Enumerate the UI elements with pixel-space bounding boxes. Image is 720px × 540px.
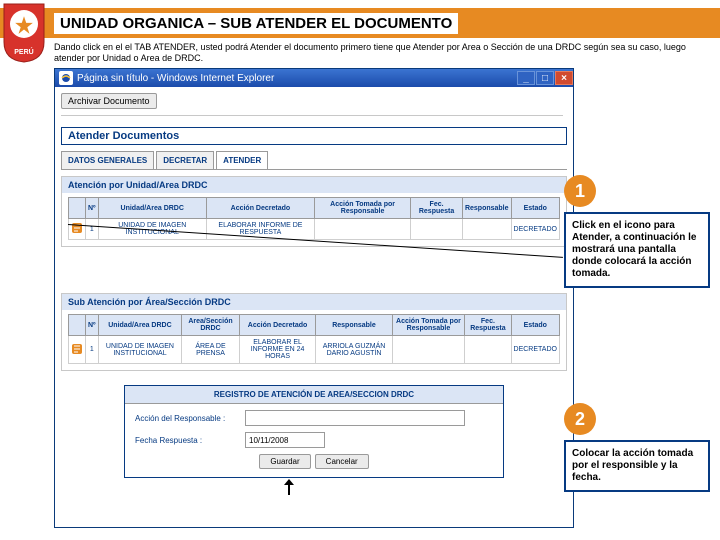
guardar-button[interactable]: Guardar (259, 454, 310, 469)
registro-dialog: REGISTRO DE ATENCIÓN DE AREA/SECCION DRD… (124, 385, 504, 478)
table-header-row: Nº Unidad/Area DRDC Area/Sección DRDC Ac… (69, 315, 560, 336)
archivar-button[interactable]: Archivar Documento (61, 93, 157, 109)
callout-badge-2: 2 (564, 403, 596, 435)
ie-icon (59, 71, 73, 85)
panel-title-2: Sub Atención por Área/Sección DRDC (62, 294, 566, 310)
table-seccion: Nº Unidad/Area DRDC Area/Sección DRDC Ac… (68, 314, 560, 364)
minimize-button[interactable]: _ (517, 71, 535, 85)
th: Acción Decretado (206, 198, 314, 219)
callout-text-1: Click en el icono para Atender, a contin… (564, 212, 710, 288)
cell (392, 336, 465, 364)
th: Unidad/Area DRDC (98, 198, 206, 219)
callout-badge-1: 1 (564, 175, 596, 207)
cell: ELABORAR EL INFORME EN 24 HORAS (239, 336, 316, 364)
th: Unidad/Area DRDC (98, 315, 182, 336)
intro-text: Dando click en el el TAB ATENDER, usted … (54, 42, 690, 65)
form-row-fecha: Fecha Respuesta : (135, 432, 493, 448)
tab-atender[interactable]: ATENDER (216, 151, 268, 169)
th: Nº (86, 198, 99, 219)
cell: ÁREA DE PRENSA (182, 336, 239, 364)
cell (462, 219, 511, 240)
form-actions: Guardar Cancelar (125, 454, 503, 469)
input-fecha[interactable] (245, 432, 325, 448)
close-button[interactable]: × (555, 71, 573, 85)
panel-sub-atencion: Sub Atención por Área/Sección DRDC Nº Un… (61, 293, 567, 371)
logo-peru-shield: PERÚ (2, 2, 46, 64)
svg-text:PERÚ: PERÚ (14, 47, 33, 56)
th: Estado (511, 315, 559, 336)
section-title: Atender Documentos (61, 127, 567, 145)
cell (465, 336, 511, 364)
cell: DECRETADO (511, 336, 559, 364)
th: Fec. Respuesta (411, 198, 463, 219)
cell: 1 (86, 219, 99, 240)
cell: DECRETADO (511, 219, 559, 240)
form-row-accion: Acción del Responsable : (135, 410, 493, 426)
th: Nº (86, 315, 99, 336)
cell: UNIDAD DE IMAGEN INSTITUCIONAL (98, 336, 182, 364)
table-header-row: Nº Unidad/Area DRDC Acción Decretado Acc… (69, 198, 560, 219)
callout-text-2: Colocar la acción tomada por el responsi… (564, 440, 710, 492)
tab-decretar[interactable]: DECRETAR (156, 151, 214, 169)
browser-window: Página sin título - Windows Internet Exp… (54, 68, 574, 528)
table-row: 1 UNIDAD DE IMAGEN INSTITUCIONAL ÁREA DE… (69, 336, 560, 364)
cell: ARRIOLA GUZMÁN DARIO AGUSTÍN (316, 336, 392, 364)
input-accion[interactable] (245, 410, 465, 426)
cell: 1 (86, 336, 99, 364)
tab-datos-generales[interactable]: DATOS GENERALES (61, 151, 154, 169)
maximize-button[interactable]: □ (536, 71, 554, 85)
window-title: Página sin título - Windows Internet Exp… (77, 73, 516, 84)
panel-atencion-unidad: Atención por Unidad/Area DRDC Nº Unidad/… (61, 176, 567, 247)
th: Acción Tomada por Responsable (315, 198, 411, 219)
th: Acción Decretado (239, 315, 316, 336)
divider (61, 115, 563, 116)
label-accion: Acción del Responsable : (135, 414, 245, 423)
browser-content: Archivar Documento Atender Documentos DA… (55, 87, 573, 527)
cell (411, 219, 463, 240)
atender-icon[interactable] (71, 343, 83, 355)
cell (315, 219, 411, 240)
page-title: UNIDAD ORGANICA – SUB ATENDER EL DOCUMEN… (54, 13, 458, 34)
th: Acción Tomada por Responsable (392, 315, 465, 336)
registro-title: REGISTRO DE ATENCIÓN DE AREA/SECCION DRD… (125, 386, 503, 404)
th: Area/Sección DRDC (182, 315, 239, 336)
th: Responsable (462, 198, 511, 219)
pointer-arrow-icon (285, 479, 295, 495)
window-titlebar: Página sin título - Windows Internet Exp… (55, 69, 573, 87)
th: Responsable (316, 315, 392, 336)
label-fecha: Fecha Respuesta : (135, 436, 245, 445)
cancelar-button[interactable]: Cancelar (315, 454, 369, 469)
table-unidad: Nº Unidad/Area DRDC Acción Decretado Acc… (68, 197, 560, 240)
panel-title-1: Atención por Unidad/Area DRDC (62, 177, 566, 193)
th: Estado (511, 198, 559, 219)
th: Fec. Respuesta (465, 315, 511, 336)
tab-bar: DATOS GENERALES DECRETAR ATENDER (61, 151, 567, 170)
